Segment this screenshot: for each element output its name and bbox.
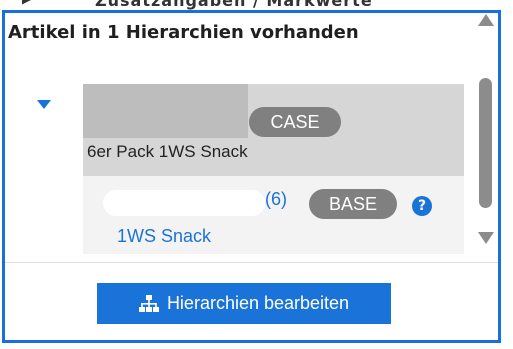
cut-off-heading: Zusatzangaben / Markwerte bbox=[95, 0, 373, 10]
panel-title: Artikel in 1 Hierarchien vorhanden bbox=[8, 22, 359, 43]
collapse-arrow-icon[interactable]: ▶ bbox=[22, 0, 31, 6]
base-badge: BASE bbox=[309, 189, 397, 219]
case-item-name: 6er Pack 1WS Snack bbox=[87, 142, 248, 161]
scroll-down-arrow-icon[interactable] bbox=[478, 232, 494, 244]
redacted-base-id bbox=[103, 190, 265, 216]
edit-hierarchies-label: Hierarchien bearbeiten bbox=[166, 293, 350, 313]
case-badge: CASE bbox=[249, 107, 341, 137]
scrollbar-thumb[interactable] bbox=[479, 78, 492, 208]
base-item-link[interactable]: 1WS Snack bbox=[117, 226, 211, 247]
redacted-case-id bbox=[83, 84, 248, 138]
hierarchy-icon bbox=[138, 294, 159, 312]
scroll-up-arrow-icon[interactable] bbox=[478, 14, 494, 26]
divider bbox=[5, 262, 498, 263]
expand-toggle-icon[interactable] bbox=[37, 100, 51, 109]
help-icon[interactable]: ? bbox=[412, 196, 432, 216]
edit-hierarchies-button[interactable]: Hierarchien bearbeiten bbox=[97, 283, 391, 324]
hierarchy-widget: ▶ Zusatzangaben / Markwerte Artikel in 1… bbox=[0, 0, 513, 349]
base-quantity: (6) bbox=[265, 189, 287, 209]
